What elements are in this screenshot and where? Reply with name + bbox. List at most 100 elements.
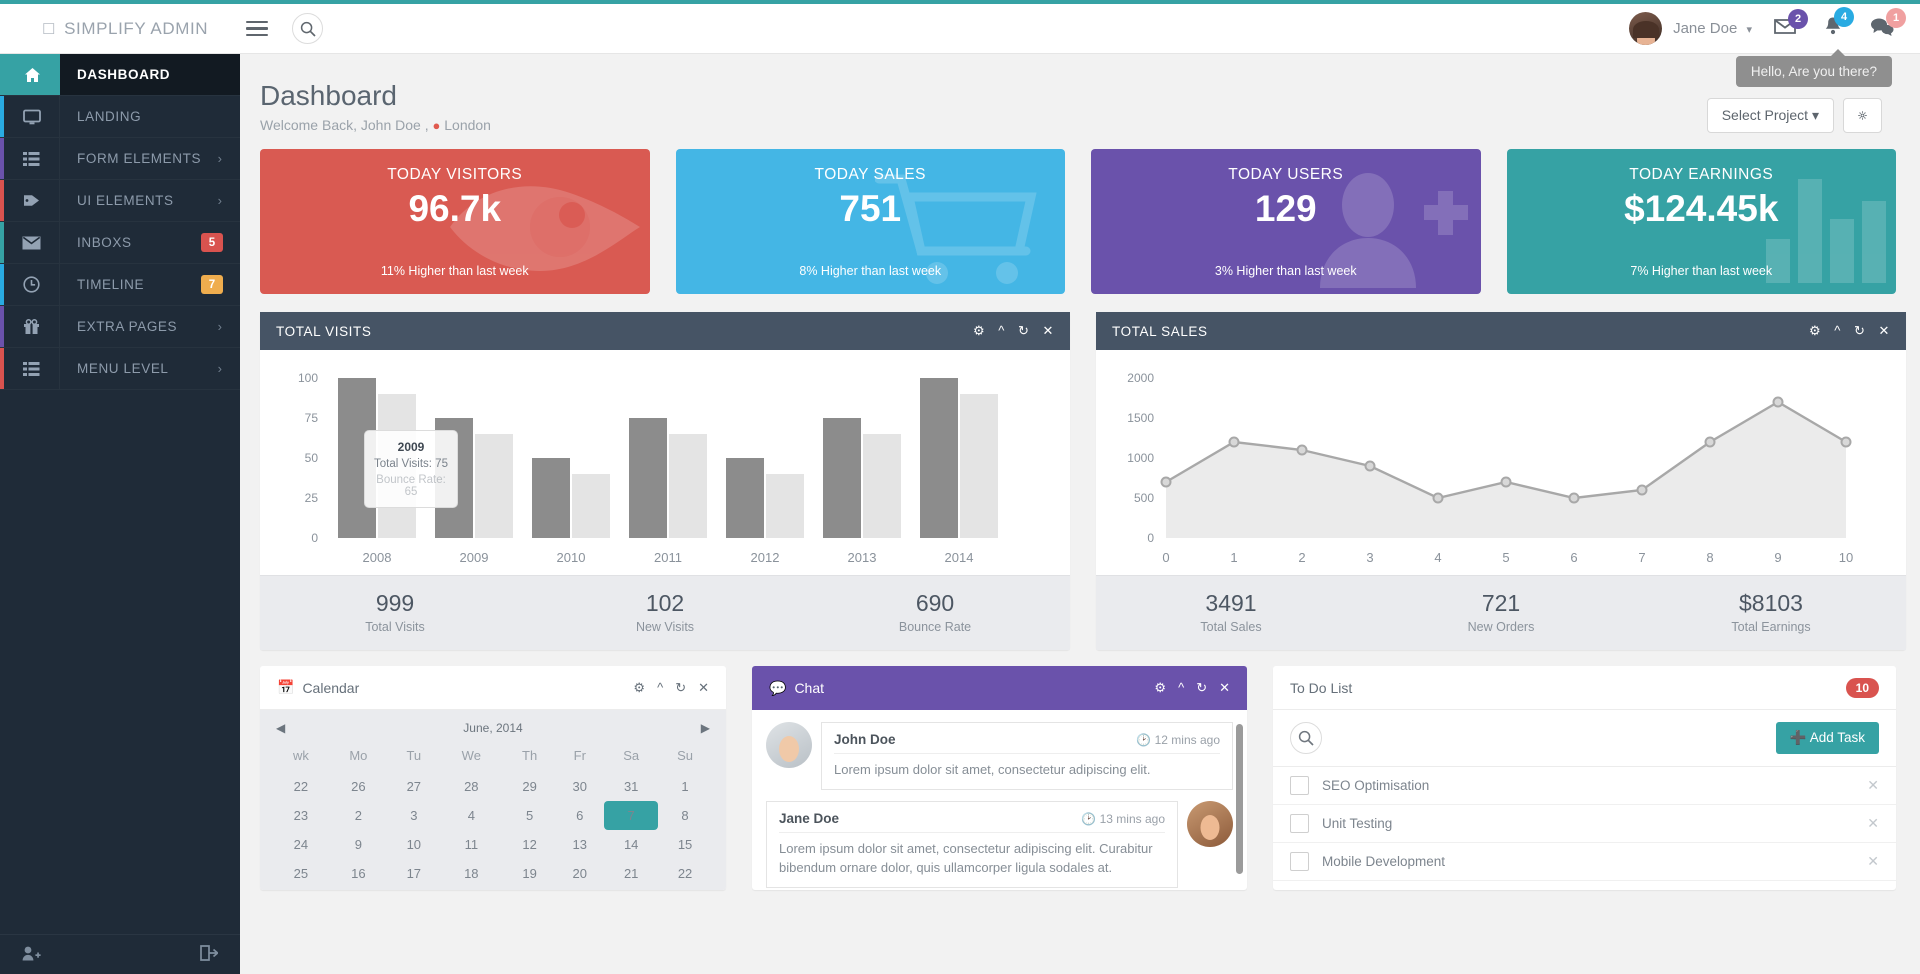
calendar-day[interactable]: 17 [389, 859, 439, 888]
list-icon [4, 138, 60, 179]
chart-panel-row: TOTAL VISITS ⚙ ^ ↻ ✕ 100 75 50 25 0 2008… [240, 294, 1920, 651]
calendar-day[interactable]: 27 [389, 772, 439, 801]
close-icon[interactable]: ✕ [1043, 323, 1055, 339]
chat-sender-name: John Doe [834, 732, 896, 748]
gear-icon[interactable]: ⚙ [1809, 323, 1821, 339]
close-icon[interactable]: ✕ [1867, 853, 1879, 870]
sidebar-item-dashboard[interactable]: DASHBOARD [0, 54, 240, 96]
calendar-day[interactable]: 20 [555, 859, 604, 888]
calendar-day[interactable]: 30 [555, 772, 604, 801]
calendar-col-header: Su [677, 748, 693, 764]
sidebar-item-extra-pages[interactable]: EXTRA PAGES › [0, 306, 240, 348]
calendar-day[interactable]: 26 [328, 772, 389, 801]
alerts-button[interactable]: 4 [1824, 7, 1854, 41]
calendar-day[interactable]: 6 [555, 801, 604, 830]
refresh-icon[interactable]: ↻ [1854, 323, 1866, 339]
clock-icon: 🕑 [1136, 732, 1152, 747]
calendar-day-selected[interactable]: 7 [604, 801, 659, 831]
calendar-day[interactable]: 2 [328, 801, 389, 830]
chevron-up-icon[interactable]: ^ [657, 680, 663, 696]
refresh-icon[interactable]: ↻ [1018, 323, 1030, 339]
refresh-icon[interactable]: ↻ [675, 680, 686, 696]
stat-title: TODAY VISITORS [387, 166, 523, 184]
todo-search-button[interactable] [1290, 722, 1322, 755]
sidebar-badge-inboxs: 5 [201, 233, 223, 252]
calendar-day[interactable]: 28 [439, 772, 504, 801]
stat-card-today-sales[interactable]: TODAY SALES 751 8% Higher than last week [675, 149, 1065, 295]
todo-list-item[interactable]: Mobile Development ✕ [1273, 843, 1896, 882]
sidebar-item-ui-elements[interactable]: UI ELEMENTS › [0, 180, 240, 222]
calendar-day[interactable]: 15 [658, 830, 712, 859]
close-icon[interactable]: ✕ [1867, 815, 1879, 832]
sidebar-item-label: MENU LEVEL [77, 361, 169, 376]
todo-list-item[interactable]: Unit Testing ✕ [1273, 805, 1896, 844]
sidebar-item-timeline[interactable]: TIMELINE 7 [0, 264, 240, 306]
calendar-prev-button[interactable]: ◀ [276, 721, 285, 735]
sidebar-item-inboxs[interactable]: INBOXS 5 [0, 222, 240, 264]
gear-icon[interactable]: ⚙ [973, 323, 985, 339]
svg-text:75: 75 [305, 411, 319, 425]
chevron-up-icon[interactable]: ^ [998, 323, 1005, 339]
chevron-up-icon[interactable]: ^ [1178, 680, 1184, 696]
messages-button[interactable]: 2 [1774, 8, 1808, 40]
sidebar-item-form-elements[interactable]: FORM ELEMENTS › [0, 138, 240, 180]
calendar-day[interactable]: 3 [389, 801, 439, 830]
calendar-day[interactable]: 16 [328, 859, 389, 888]
calendar-day[interactable]: 14 [604, 830, 658, 859]
calendar-day[interactable]: 5 [504, 801, 555, 830]
calendar-day[interactable]: 1 [658, 772, 712, 801]
refresh-icon[interactable]: ↻ [1196, 680, 1207, 696]
stat-card-today-visitors[interactable]: TODAY VISITORS 96.7k 11% Higher than las… [260, 149, 650, 295]
calendar-day[interactable]: 18 [439, 859, 504, 888]
calendar-day[interactable]: 4 [439, 801, 504, 830]
calendar-day[interactable]: 9 [328, 830, 389, 859]
chevron-up-icon[interactable]: ^ [1834, 323, 1841, 339]
calendar-col-header: Tu [406, 748, 422, 764]
calendar-day[interactable]: 21 [604, 859, 658, 888]
sidebar-item-menu-level[interactable]: MENU LEVEL › [0, 348, 240, 390]
brand-text: SIMPLIFY ADMIN [64, 18, 209, 38]
gear-icon[interactable]: ⚙ [633, 680, 645, 696]
stat-card-today-earnings[interactable]: TODAY EARNINGS $124.45k 7% Higher than l… [1506, 149, 1896, 295]
close-icon[interactable]: ✕ [1879, 323, 1891, 339]
avatar[interactable] [1629, 12, 1663, 45]
svg-text:2000: 2000 [1127, 371, 1154, 385]
close-icon[interactable]: ✕ [1219, 680, 1230, 696]
todo-checkbox[interactable] [1290, 814, 1309, 834]
chat-button[interactable]: 1 [1870, 7, 1906, 41]
add-user-icon[interactable] [22, 946, 41, 964]
close-icon[interactable]: ✕ [1867, 777, 1879, 794]
stat-card-today-users[interactable]: TODAY USERS 129 3% Higher than last week [1091, 149, 1481, 295]
calendar-day[interactable]: 12 [504, 830, 555, 859]
select-project-dropdown[interactable]: Select Project ▾ [1706, 98, 1834, 133]
page-settings-button[interactable] [1843, 98, 1882, 133]
chat-scrollbar[interactable] [1236, 724, 1243, 875]
logout-icon[interactable] [200, 945, 219, 964]
calendar-day[interactable]: 10 [389, 830, 439, 859]
brand-logo[interactable]: ☐ SIMPLIFY ADMIN [0, 19, 240, 39]
calendar-day[interactable]: 29 [504, 772, 555, 801]
chat-sender-name: Jane Doe [779, 811, 840, 827]
chat-header: 💬 Chat ⚙ ^ ↻ ✕ [752, 666, 1247, 711]
todo-checkbox[interactable] [1290, 852, 1309, 872]
todo-checkbox[interactable] [1290, 776, 1309, 796]
add-task-button[interactable]: ➕ Add Task [1775, 722, 1879, 755]
calendar-day[interactable]: 11 [439, 830, 504, 859]
close-icon[interactable]: ✕ [698, 680, 709, 696]
calendar-week-number: 25 [293, 866, 309, 882]
header-search-button[interactable] [292, 13, 323, 44]
svg-text:1000: 1000 [1127, 451, 1154, 465]
sidebar-item-landing[interactable]: LANDING [0, 96, 240, 138]
calendar-day[interactable]: 22 [658, 859, 712, 888]
calendar-day[interactable]: 8 [658, 801, 712, 830]
calendar-day[interactable]: 13 [555, 830, 604, 859]
sidebar-item-label: DASHBOARD [77, 67, 171, 82]
gear-icon[interactable]: ⚙ [1154, 680, 1166, 696]
calendar-next-button[interactable]: ▶ [701, 721, 710, 735]
todo-list-item[interactable]: SEO Optimisation ✕ [1273, 767, 1896, 806]
sidebar-item-label: EXTRA PAGES [77, 319, 178, 334]
calendar-day[interactable]: 31 [604, 772, 658, 801]
calendar-day[interactable]: 19 [504, 859, 555, 888]
sidebar-toggle-button[interactable] [240, 12, 274, 46]
user-menu[interactable]: Jane Doe ▾ [1673, 20, 1752, 37]
